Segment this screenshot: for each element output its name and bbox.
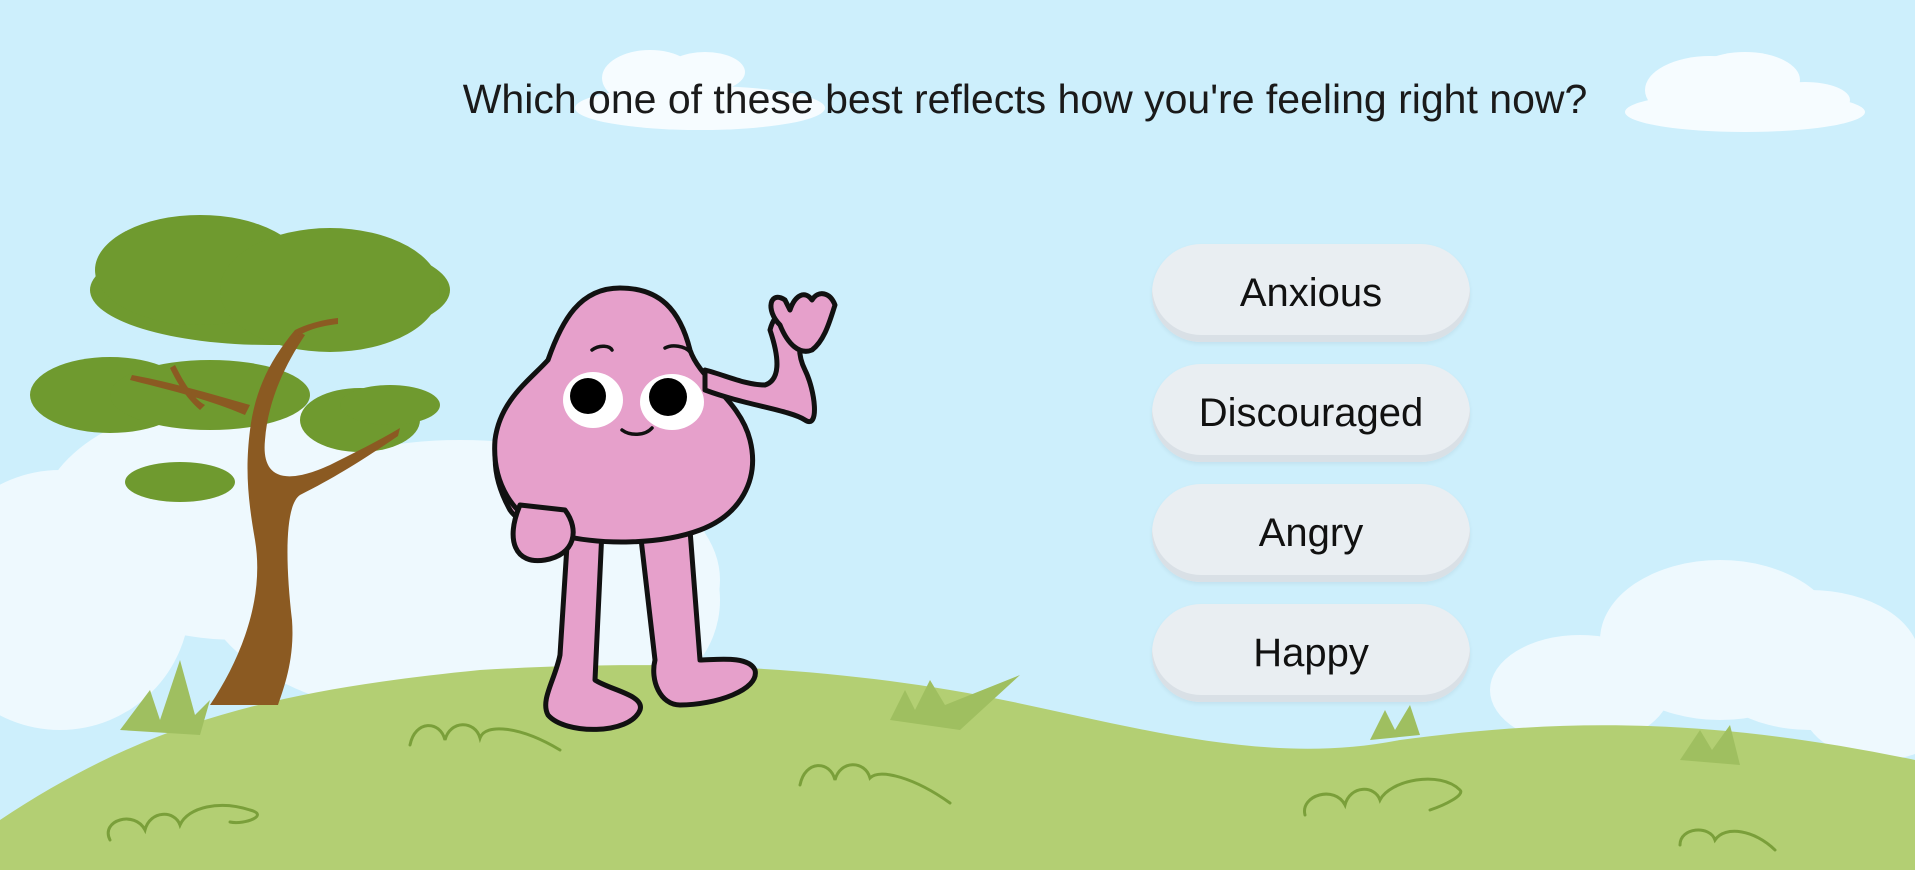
background-scene: [0, 50, 1915, 870]
option-anxious-button[interactable]: Anxious: [1152, 244, 1470, 342]
question-prompt: Which one of these best reflects how you…: [462, 76, 1588, 122]
option-happy-button[interactable]: Happy: [1152, 604, 1470, 702]
option-discouraged-button[interactable]: Discouraged: [1152, 364, 1470, 462]
option-angry-button[interactable]: Angry: [1152, 484, 1470, 582]
answer-options: Anxious Discouraged Angry Happy: [1152, 244, 1470, 724]
